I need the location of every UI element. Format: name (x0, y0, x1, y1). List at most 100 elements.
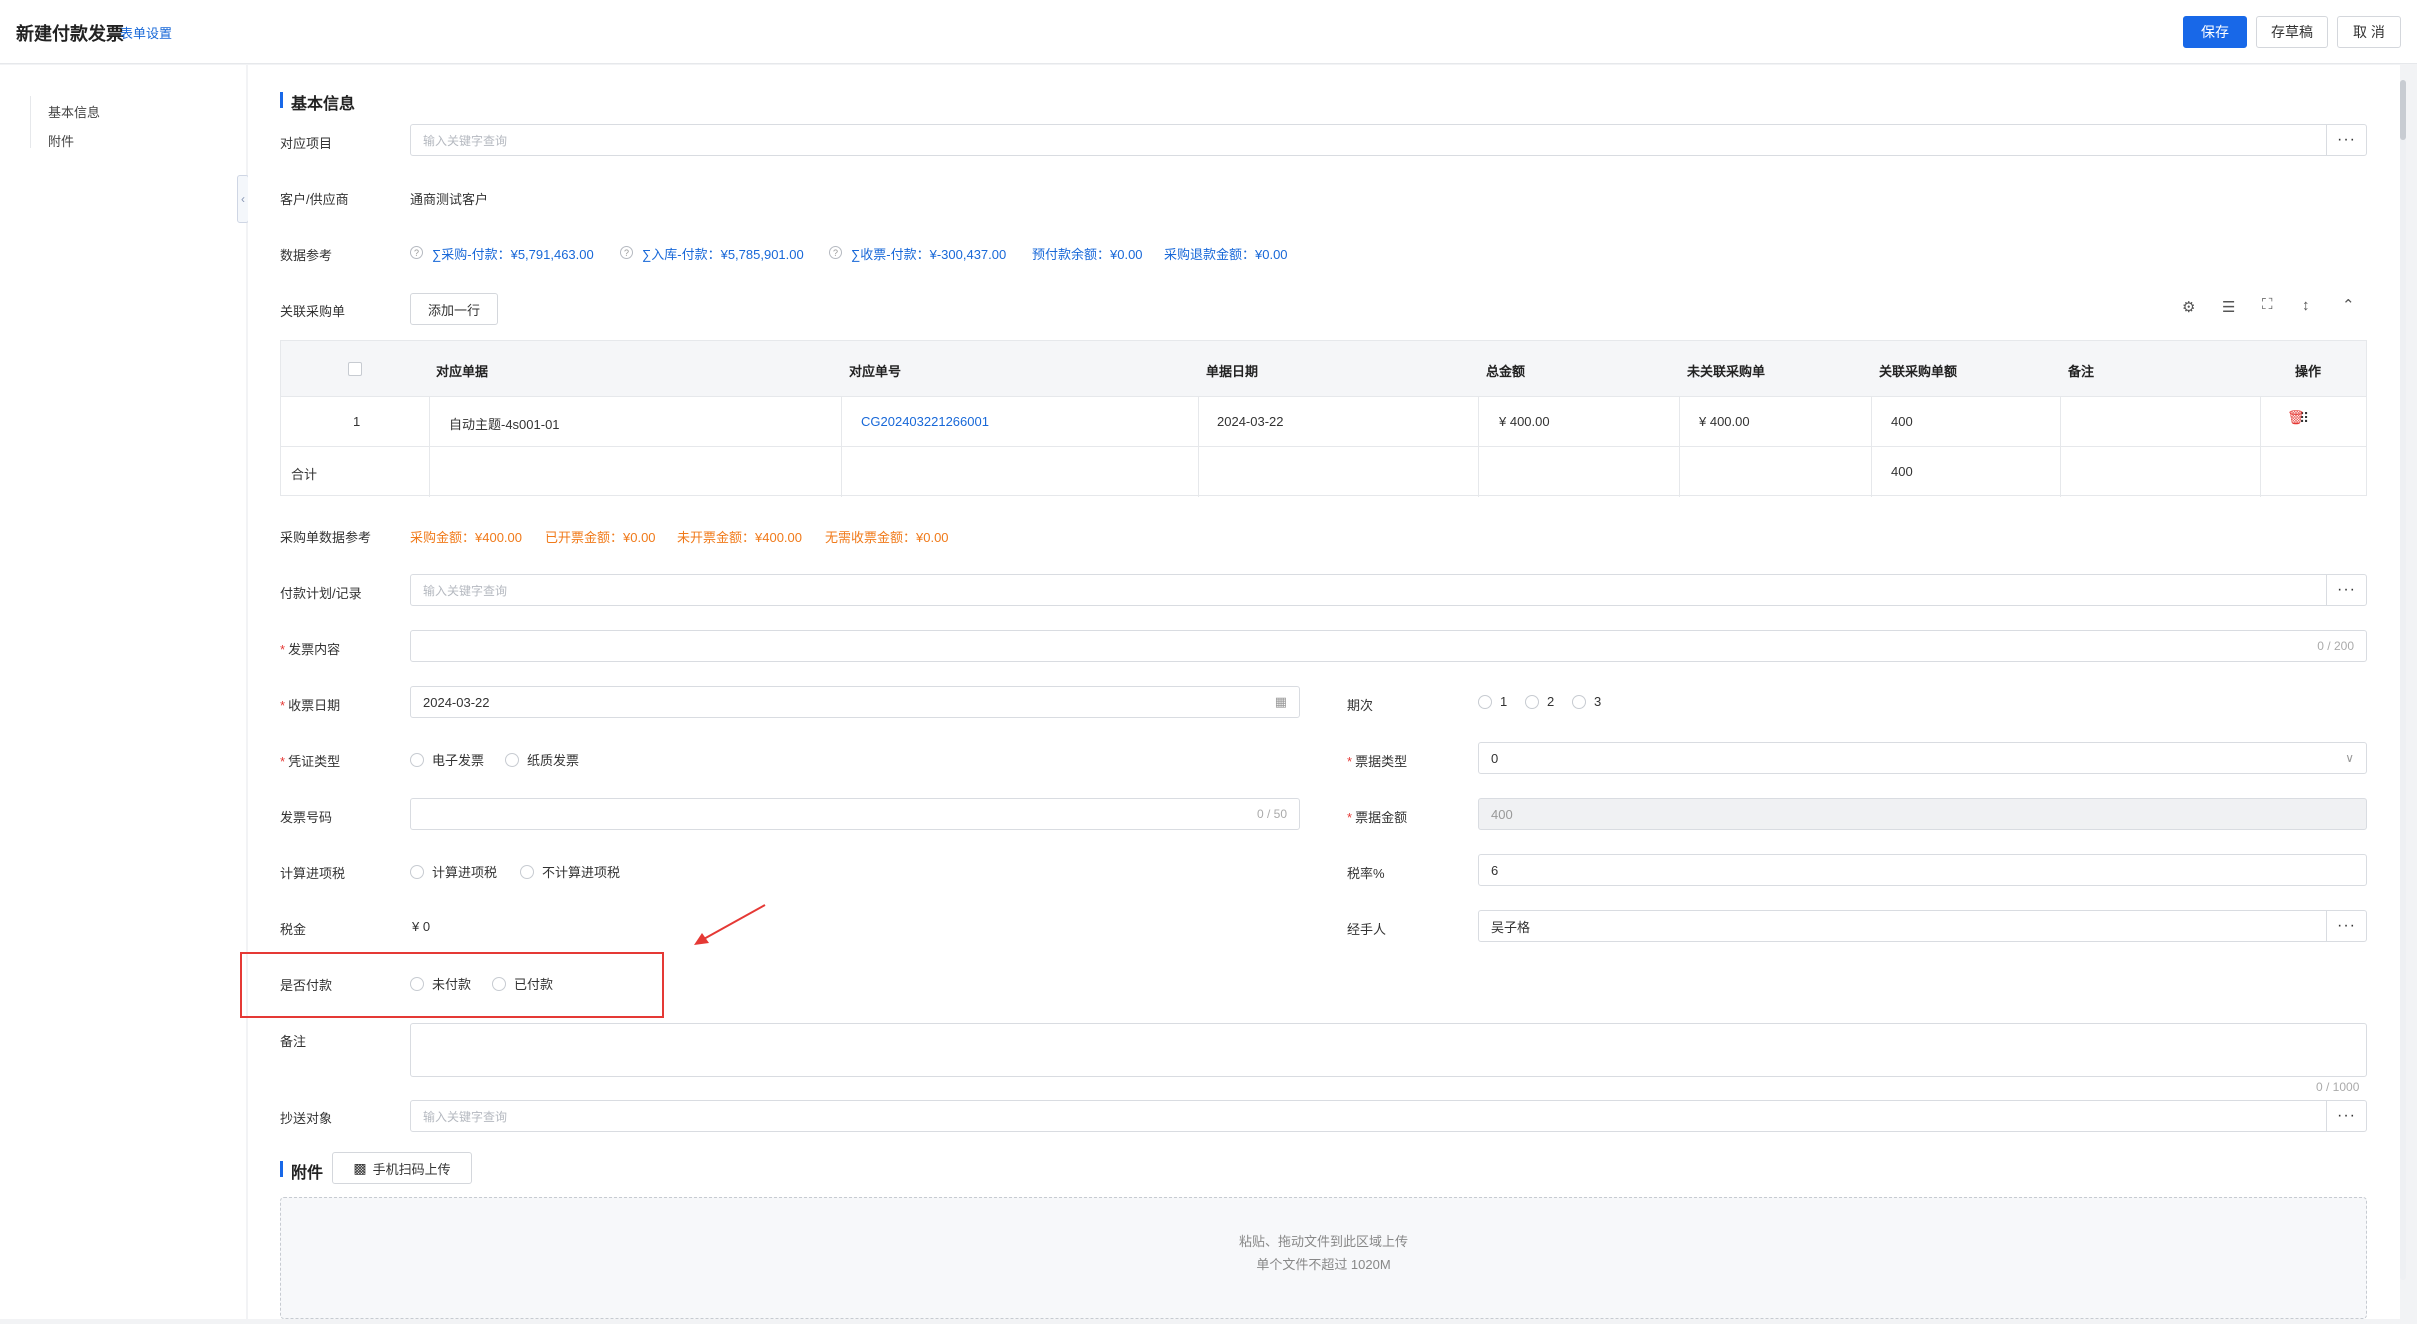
save-draft-button[interactable]: 存草稿 (2256, 16, 2328, 48)
table-header: 对应单据 对应单号 单据日期 总金额 未关联采购单 关联采购单额 备注 操作 (281, 341, 2366, 397)
delete-icon[interactable]: 🗑 (2287, 409, 2305, 426)
period-radio-1[interactable]: 1 (1478, 694, 1507, 709)
cc-label: 抄送对象 (280, 1111, 333, 1126)
settings-icon[interactable]: ⚙ (2182, 298, 2195, 316)
add-row-button[interactable]: 添加一行 (410, 293, 498, 325)
paid-radio-unpaid[interactable]: 未付款 (410, 974, 471, 993)
receive-date-label: * 收票日期 (280, 698, 341, 713)
upload-hint: 粘贴、拖动文件到此区域上传 (1238, 1234, 1408, 1249)
th-linked: 关联采购单额 (1879, 364, 1958, 379)
tax-calc-label: 计算进项税 (280, 866, 346, 881)
po-ref-invoiced: 已开票金额：¥0.00 (545, 530, 656, 545)
row-height-icon[interactable]: ☰ (2222, 298, 2235, 316)
expand-vertical-icon[interactable]: ↕ (2302, 297, 2310, 314)
bill-type-value: 0 (1491, 750, 1499, 766)
linked-po-table: 对应单据 对应单号 单据日期 总金额 未关联采购单 关联采购单额 备注 操作 1… (280, 340, 2367, 497)
po-ref-label: 采购单数据参考 (280, 530, 372, 545)
more-icon[interactable]: ··· (2326, 125, 2366, 155)
paid-label: 是否付款 (280, 978, 333, 993)
th-total: 总金额 (1486, 364, 1526, 379)
project-label: 对应项目 (280, 136, 333, 151)
bill-amount-input: 400 (1478, 798, 2367, 830)
remark-textarea[interactable] (410, 1023, 2367, 1077)
more-icon[interactable]: ··· (2326, 911, 2366, 941)
scan-upload-label: 手机扫码上传 (372, 1161, 451, 1177)
voucher-radio-electronic[interactable]: 电子发票 (410, 750, 484, 769)
handler-label: 经手人 (1347, 922, 1387, 937)
row-doc: 自动主题-4s001-01 (449, 417, 560, 432)
annotation-arrow-icon (694, 904, 766, 945)
handler-input[interactable]: 吴子格 ··· (1478, 910, 2367, 942)
row-unlinked: ¥ 400.00 (1699, 414, 1750, 429)
th-remark: 备注 (2068, 364, 2095, 379)
more-icon[interactable]: ··· (2326, 1101, 2366, 1131)
top-bar (0, 0, 2417, 64)
more-icon[interactable]: ··· (2326, 575, 2366, 605)
th-unlinked: 未关联采购单 (1687, 364, 1766, 379)
help-icon[interactable]: ? (410, 246, 423, 259)
payplan-input[interactable]: 输入关键字查询 ··· (410, 574, 2367, 606)
data-ref-purchase-refund[interactable]: 采购退款金额：¥0.00 (1164, 244, 1288, 263)
section-marker (280, 1161, 283, 1177)
nav-item-attachment[interactable]: 附件 (48, 131, 74, 150)
receive-date-picker[interactable]: 2024-03-22 ▦ (410, 686, 1300, 718)
row-linked: 400 (1891, 414, 1913, 429)
cc-placeholder: 输入关键字查询 (423, 1109, 508, 1124)
customer-label: 客户/供应商 (280, 192, 349, 207)
handler-value: 吴子格 (1491, 919, 1531, 935)
remark-label: 备注 (280, 1034, 307, 1049)
voucher-radio-paper[interactable]: 纸质发票 (505, 750, 579, 769)
project-input[interactable]: 输入关键字查询 ··· (410, 124, 2367, 156)
bill-amount-value: 400 (1491, 806, 1513, 822)
remark-counter: 0 / 1000 (2316, 1080, 2360, 1094)
data-ref-prepay-balance[interactable]: 预付款余额：¥0.00 (1032, 244, 1143, 263)
linked-po-label: 关联采购单 (280, 304, 346, 319)
chevron-up-icon[interactable]: ⌃ (2342, 296, 2355, 314)
cancel-button[interactable]: 取 消 (2337, 16, 2401, 48)
bill-type-label: * 票据类型 (1347, 754, 1408, 769)
nav-item-basic-info[interactable]: 基本信息 (48, 102, 100, 121)
qrcode-icon: ▩ (353, 1159, 367, 1176)
section-marker (280, 92, 283, 108)
help-icon[interactable]: ? (829, 246, 842, 259)
th-actions: 操作 (2295, 364, 2322, 379)
cc-input[interactable]: 输入关键字查询 ··· (410, 1100, 2367, 1132)
invoice-no-input[interactable]: 0 / 50 (410, 798, 1300, 830)
data-ref-label: 数据参考 (280, 248, 333, 263)
data-ref-purchase-pay[interactable]: ∑采购-付款：¥5,791,463.00 (432, 244, 594, 263)
bill-type-select[interactable]: 0 ∨ (1478, 742, 2367, 774)
bill-amount-label: * 票据金额 (1347, 810, 1408, 825)
period-radio-3[interactable]: 3 (1572, 694, 1601, 709)
period-radio-2[interactable]: 2 (1525, 694, 1554, 709)
invoice-no-label: 发票号码 (280, 810, 333, 825)
scrollbar-thumb[interactable] (2400, 80, 2406, 140)
scan-upload-button[interactable]: ▩ 手机扫码上传 (332, 1152, 472, 1184)
invoice-content-input[interactable]: 0 / 200 (410, 630, 2367, 662)
th-doc: 对应单据 (436, 364, 489, 379)
row-doc-no-link[interactable]: CG202403221266001 (861, 414, 989, 429)
help-icon[interactable]: ? (620, 246, 633, 259)
po-ref-no-invoice-needed: 无需收票金额：¥0.00 (825, 530, 949, 545)
th-doc-no: 对应单号 (849, 364, 902, 379)
calendar-icon[interactable]: ▦ (1275, 694, 1287, 710)
scrollbar-track[interactable] (2400, 80, 2406, 1280)
save-button[interactable]: 保存 (2183, 16, 2247, 48)
paid-radio-paid[interactable]: 已付款 (492, 974, 553, 993)
data-ref-invoice-pay[interactable]: ∑收票-付款：¥-300,437.00 (851, 244, 1006, 263)
form-settings-link[interactable]: 表单设置 (120, 23, 172, 42)
row-index: 1 (353, 414, 361, 429)
period-label: 期次 (1347, 698, 1374, 713)
payplan-placeholder: 输入关键字查询 (423, 583, 508, 598)
upload-dropzone[interactable]: 粘贴、拖动文件到此区域上传 单个文件不超过 1020M (280, 1197, 2367, 1319)
tax-calc-radio-yes[interactable]: 计算进项税 (410, 862, 497, 881)
tax-rate-input[interactable]: 6 (1478, 854, 2367, 886)
chevron-down-icon: ∨ (2345, 751, 2354, 765)
fullscreen-icon[interactable]: ⛶ (2262, 296, 2273, 313)
sum-label: 合计 (291, 467, 318, 482)
payplan-label: 付款计划/记录 (280, 586, 362, 601)
select-all-checkbox[interactable] (348, 362, 362, 376)
data-ref-stockin-pay[interactable]: ∑入库-付款：¥5,785,901.00 (642, 244, 804, 263)
po-ref-uninvoiced: 未开票金额：¥400.00 (677, 530, 802, 545)
tax-calc-radio-no[interactable]: 不计算进项税 (520, 862, 620, 881)
invoice-content-counter: 0 / 200 (2317, 639, 2354, 653)
